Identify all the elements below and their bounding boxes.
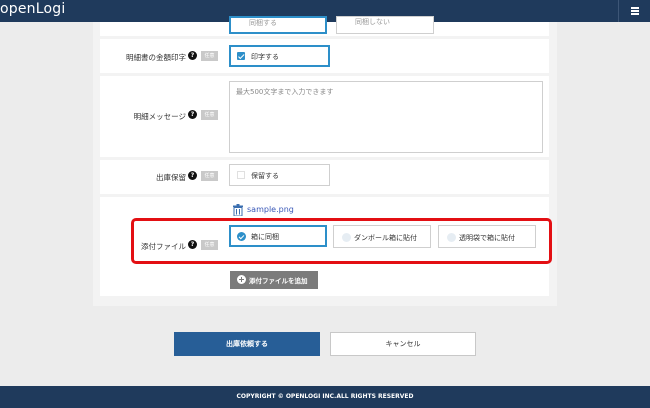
help-icon[interactable]: ? [188,51,197,60]
hamburger-menu-icon[interactable] [618,0,650,22]
help-icon[interactable]: ? [188,171,197,180]
radio-not-enclose[interactable]: 同梱しない [336,16,434,34]
print-amount-checkbox[interactable]: 印字する [229,45,330,67]
hold-checkbox-label: 保留する [251,172,279,180]
radio-enclose[interactable]: 同梱する [229,16,327,34]
help-icon[interactable]: ? [188,110,197,119]
footer-copyright: COPYRIGHT © OPENLOGI INC.ALL RIGHTS RESE… [0,386,650,408]
checkbox-unchecked-icon [237,171,245,179]
add-attachment-label: 添付ファイルを追加 [249,277,308,285]
form-row-hold: 出庫保留 ? 任意 保留する [100,160,549,194]
form-row-enclose-invoice: 同梱する 同梱しない [100,16,549,36]
trash-icon[interactable] [233,204,243,216]
optional-tag: 任意 [201,110,218,120]
message-label: 明細メッセージ [133,112,186,121]
form-row-message: 明細メッセージ ? 任意 [100,76,549,157]
print-amount-checkbox-label: 印字する [251,53,279,61]
openlogi-logo[interactable]: openLogi [0,1,65,17]
attachment-file-link[interactable]: sample.png [247,205,294,214]
message-textarea[interactable] [229,81,543,153]
hold-checkbox[interactable]: 保留する [229,164,330,186]
form-row-print-amount: 明細書の金額印字 ? 任意 印字する [100,39,549,73]
plus-circle-icon [237,275,246,284]
radio-enclose-label: 同梱する [249,19,277,27]
optional-tag: 任意 [201,51,218,61]
radio-not-enclose-label: 同梱しない [355,18,390,26]
add-attachment-button[interactable]: 添付ファイルを追加 [230,271,318,289]
cancel-button[interactable]: キャンセル [330,332,476,356]
submit-shipment-button[interactable]: 出庫依頼する [174,332,320,356]
highlight-box [131,218,552,264]
optional-tag: 任意 [201,171,218,181]
checkbox-checked-icon [237,52,245,60]
print-amount-label: 明細書の金額印字 [126,53,186,62]
hold-label: 出庫保留 [156,173,186,182]
